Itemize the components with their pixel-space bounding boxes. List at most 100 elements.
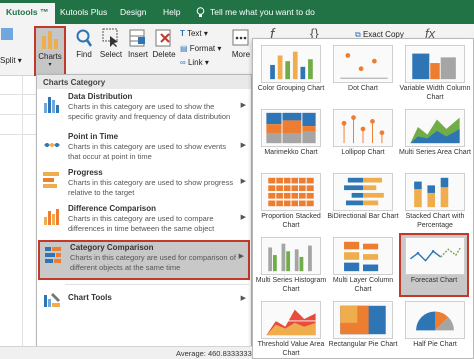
forecast-chart-thumb (405, 237, 465, 275)
gallery-item-label: Rectangular Pie Chart (328, 341, 398, 348)
charts-label: Charts (38, 52, 62, 61)
find-label: Find (76, 50, 92, 59)
more-icon (232, 29, 249, 46)
gallery-item-label: Threshold Value Area Chart (257, 341, 325, 357)
gallery-marimekko-chart[interactable]: Marimekko Chart (255, 107, 327, 169)
chevron-right-icon: ▶ (240, 142, 246, 149)
gallery-item-label: Multi Series Area Chart (399, 149, 471, 156)
gridline (0, 94, 36, 95)
dot-chart-thumb (333, 45, 393, 83)
gallery-item-label: Half Pie Chart (413, 341, 457, 348)
insert-button[interactable]: Insert (126, 28, 150, 59)
gallery-variable-width-column-chart[interactable]: Variable Width Column Chart (399, 43, 471, 105)
menu-item-progress[interactable]: Progress Charts in this category are use… (38, 167, 250, 201)
difference-comparison-icon (44, 209, 59, 225)
chevron-right-icon: ▶ (238, 253, 244, 260)
gallery-multi-series-histogram-chart[interactable]: Multi Series Histogram Chart (255, 235, 327, 297)
gallery-proportion-stacked-chart[interactable]: Proportion Stacked Chart (255, 171, 327, 233)
threshold-value-area-chart-thumb (261, 301, 321, 339)
gallery-rectangular-pie-chart[interactable]: Rectangular Pie Chart (327, 299, 399, 359)
gallery-item-label: Proportion Stacked Chart (261, 213, 321, 229)
charts-button[interactable]: Charts ▾ (34, 26, 66, 76)
charts-category-menu: Charts Category Data Distribution Charts… (36, 74, 252, 350)
tab-kutools-plus[interactable]: Kutools Plus (60, 7, 107, 17)
insert-label: Insert (127, 50, 148, 59)
chevron-right-icon: ▶ (240, 295, 246, 302)
find-button[interactable]: Find (70, 28, 98, 59)
delete-icon (155, 29, 171, 47)
menu-item-point-in-time[interactable]: Point in Time Charts in this category ar… (38, 131, 250, 165)
tell-me-search[interactable]: Tell me what you want to do (210, 7, 315, 17)
progress-icon (43, 172, 59, 188)
gallery-item-label: Stacked Chart with Percentage (405, 213, 465, 229)
menu-item-data-distribution[interactable]: Data Distribution Charts in this categor… (38, 91, 250, 129)
gridline (22, 76, 23, 346)
lightbulb-icon (196, 7, 205, 20)
split-button[interactable]: Split ▾ (0, 56, 22, 65)
menu-item-desc: Charts in this category are used to show… (68, 178, 234, 197)
chart-tools-icon (44, 293, 60, 307)
gallery-multi-layer-column-chart[interactable]: Multi Layer Column Chart (327, 235, 399, 297)
chevron-right-icon: ▶ (240, 214, 246, 221)
menu-item-title: Data Distribution (68, 92, 133, 101)
gridline (0, 114, 36, 115)
multi-layer-column-chart-thumb (333, 237, 393, 275)
tab-kutools[interactable]: Kutools ™ (0, 3, 55, 24)
tab-help[interactable]: Help (163, 7, 180, 17)
gallery-dot-chart[interactable]: Dot Chart (327, 43, 399, 105)
more-button[interactable]: More (228, 28, 254, 59)
gallery-color-grouping-chart[interactable]: Color Grouping Chart (255, 43, 327, 105)
gallery-item-label: Marimekko Chart (264, 149, 318, 156)
menu-item-desc: Charts in this category are used for com… (70, 253, 236, 272)
proportion-stacked-chart-thumb (261, 173, 321, 211)
tab-design[interactable]: Design (120, 7, 146, 17)
format-dropdown[interactable]: ▤ Format ▾ (180, 44, 221, 53)
variable-width-column-chart-thumb (405, 45, 465, 83)
gallery-item-label: Multi Layer Column Chart (332, 277, 394, 293)
insert-icon (129, 29, 145, 47)
stacked-chart-with-percentage-thumb (405, 173, 465, 211)
gallery-item-label: Forecast Chart (410, 277, 458, 284)
gallery-item-label: Color Grouping Chart (257, 85, 325, 92)
bidirectional-bar-chart-thumb (333, 173, 393, 211)
gallery-forecast-chart[interactable]: Forecast Chart (399, 233, 469, 297)
rectangular-pie-chart-thumb (333, 301, 393, 339)
select-label: Select (99, 50, 123, 59)
status-bar-average: Average: 460.8333333 (0, 346, 252, 359)
delete-label: Delete (152, 50, 176, 59)
select-button[interactable]: Select (98, 28, 124, 59)
gallery-item-label: Variable Width Column Chart (399, 85, 471, 101)
bar-chart-icon (42, 31, 58, 49)
category-comparison-icon (45, 247, 61, 263)
gallery-item-label: Dot Chart (348, 85, 378, 92)
menu-item-chart-tools[interactable]: Chart Tools ▶ (38, 287, 250, 309)
menu-divider (65, 284, 249, 285)
delete-button[interactable]: Delete (151, 28, 177, 59)
menu-item-desc: Charts in this category are used to comp… (68, 214, 215, 233)
half-pie-chart-thumb (405, 301, 465, 339)
menu-item-difference-comparison[interactable]: Difference Comparison Charts in this cat… (38, 203, 250, 241)
chevron-right-icon: ▶ (240, 102, 246, 109)
text-dropdown[interactable]: T Text ▾ (180, 29, 208, 38)
menu-item-desc: Charts in this category are used to show… (68, 102, 231, 121)
gallery-stacked-chart-with-percentage[interactable]: Stacked Chart with Percentage (399, 171, 471, 233)
gallery-lollipop-chart[interactable]: Lollipop Chart (327, 107, 399, 169)
split-icon (1, 28, 13, 40)
select-cursor-icon (102, 28, 118, 47)
gallery-multi-series-area-chart[interactable]: Multi Series Area Chart (399, 107, 471, 169)
chevron-right-icon: ▶ (240, 178, 246, 185)
menu-header: Charts Category (37, 75, 251, 89)
link-dropdown[interactable]: ∞ Link ▾ (180, 58, 209, 67)
gallery-bidirectional-bar-chart[interactable]: BiDirectional Bar Chart (327, 171, 399, 233)
menu-item-category-comparison[interactable]: Category Comparison Charts in this categ… (38, 240, 250, 280)
more-label: More (231, 50, 251, 59)
gallery-item-label: BiDirectional Bar Chart (327, 213, 399, 220)
multi-series-area-chart-thumb (405, 109, 465, 147)
gallery-half-pie-chart[interactable]: Half Pie Chart (399, 299, 471, 359)
gallery-item-label: Lollipop Chart (341, 149, 385, 156)
chart-gallery: Color Grouping Chart Dot Chart Variable … (252, 38, 474, 359)
gallery-threshold-value-area-chart[interactable]: Threshold Value Area Chart (255, 299, 327, 359)
lollipop-chart-thumb (333, 109, 393, 147)
search-icon (76, 29, 93, 47)
multi-series-histogram-chart-thumb (261, 237, 321, 275)
